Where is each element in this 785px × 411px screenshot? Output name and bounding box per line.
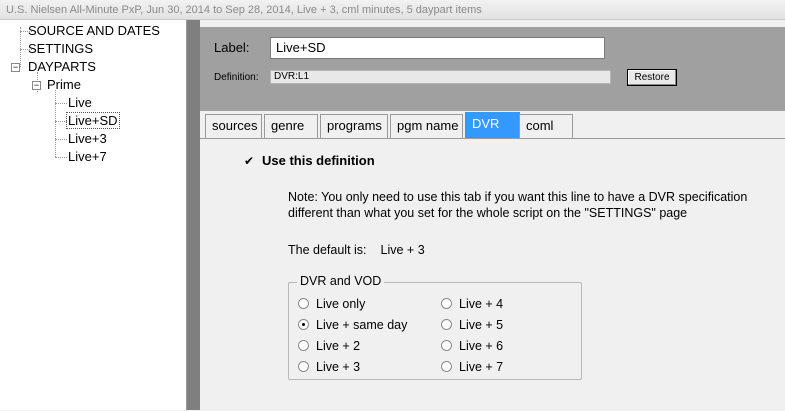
radio-live-only[interactable]: Live only [298, 297, 365, 311]
tree-item-source-and-dates[interactable]: SOURCE AND DATES [28, 23, 160, 39]
tree-guide-line [55, 157, 67, 158]
tab-coml[interactable]: coml [519, 114, 573, 138]
restore-button[interactable]: Restore [627, 69, 677, 86]
panel-splitter[interactable] [187, 20, 200, 410]
radio-live-same-day[interactable]: Live + same day [298, 318, 407, 332]
default-caption: The default is: [288, 243, 367, 257]
radio-selected-icon [298, 319, 309, 330]
default-row: The default is: Live + 3 [288, 243, 425, 257]
tree-item-live-sd[interactable]: Live+SD [66, 112, 120, 129]
tab-sources[interactable]: sources [205, 114, 262, 138]
tree-guide-line [55, 139, 67, 140]
group-title: DVR and VOD [297, 274, 385, 288]
definition-caption: Definition: [214, 72, 259, 83]
tab-pgm-name[interactable]: pgm name [390, 114, 463, 138]
use-definition-label: Use this definition [262, 153, 375, 168]
radio-live-6[interactable]: Live + 6 [441, 339, 503, 353]
window-title: U.S. Nielsen All-Minute PxP, Jun 30, 201… [0, 0, 785, 20]
radio-live-3[interactable]: Live + 3 [298, 360, 360, 374]
tree-item-live-7[interactable]: Live+7 [68, 149, 107, 165]
radio-live-4[interactable]: Live + 4 [441, 297, 503, 311]
collapse-icon[interactable]: − [32, 81, 41, 90]
tree-item-live[interactable]: Live [68, 95, 92, 111]
dvr-panel: ✔ Use this definition Note: You only need… [200, 138, 785, 411]
radio-icon [441, 298, 452, 309]
definition-header: Label: Live+SD Definition: DVR:L1 Restor… [200, 27, 785, 111]
radio-live-5[interactable]: Live + 5 [441, 318, 503, 332]
tree-item-settings[interactable]: SETTINGS [28, 41, 93, 57]
tab-dvr[interactable]: DVR [465, 112, 520, 138]
label-caption: Label: [214, 40, 250, 55]
label-input[interactable]: Live+SD [270, 37, 605, 59]
tree-item-live-3[interactable]: Live+3 [68, 131, 107, 147]
tab-genre[interactable]: genre [264, 114, 318, 138]
tree-guide-line [55, 103, 67, 104]
radio-icon [298, 340, 309, 351]
tree-item-prime[interactable]: Prime [47, 77, 81, 93]
radio-icon [441, 319, 452, 330]
daypart-tree[interactable]: SOURCE AND DATES SETTINGS − DAYPARTS − P… [0, 20, 187, 410]
radio-icon [298, 298, 309, 309]
radio-live-7[interactable]: Live + 7 [441, 360, 503, 374]
dvr-vod-group: DVR and VOD Live only Live + same day Li… [288, 274, 582, 380]
dvr-note: Note: You only need to use this tab if y… [288, 190, 748, 220]
use-definition-checkbox[interactable]: ✔ Use this definition [243, 153, 375, 168]
definition-field[interactable]: DVR:L1 [270, 70, 611, 84]
radio-icon [441, 361, 452, 372]
default-value: Live + 3 [380, 243, 425, 257]
collapse-icon[interactable]: − [11, 63, 20, 72]
radio-live-2[interactable]: Live + 2 [298, 339, 360, 353]
checkmark-icon: ✔ [243, 154, 255, 168]
radio-icon [298, 361, 309, 372]
tab-programs[interactable]: programs [320, 114, 388, 138]
tree-guide-line [20, 27, 21, 67]
tree-item-dayparts[interactable]: DAYPARTS [28, 59, 96, 75]
radio-icon [441, 340, 452, 351]
tree-guide-line [55, 90, 56, 157]
